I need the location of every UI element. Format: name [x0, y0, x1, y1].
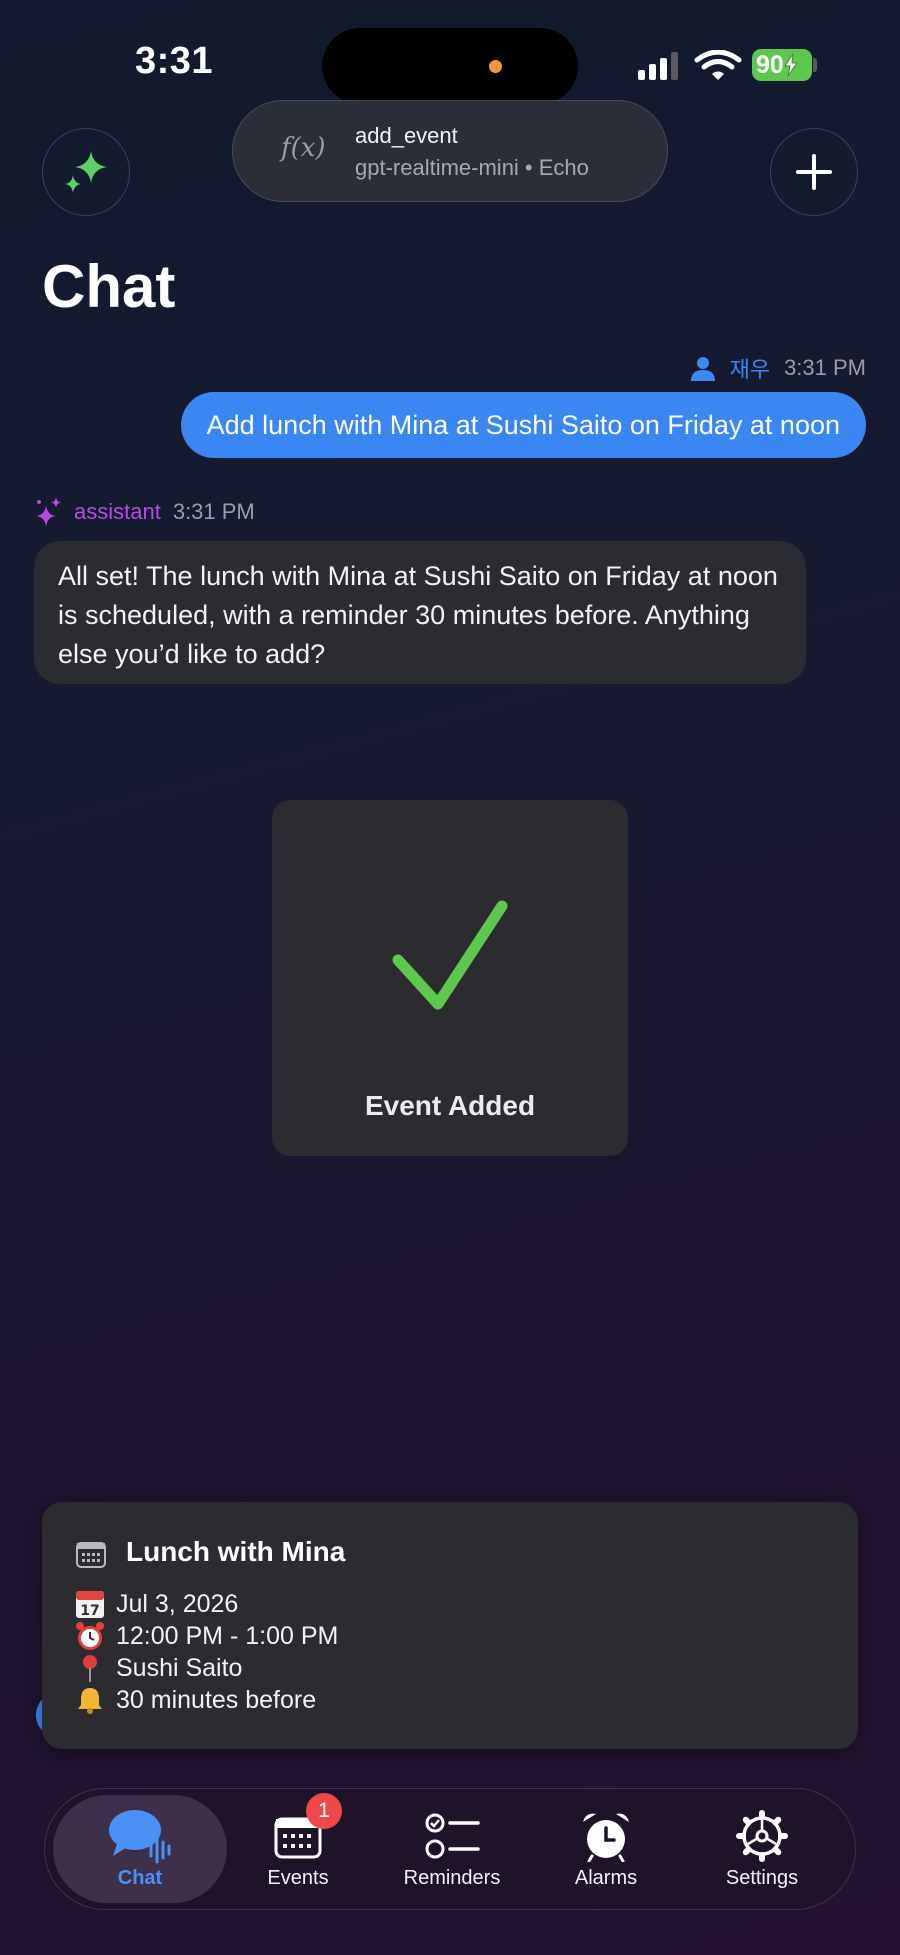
new-chat-button[interactable] — [770, 128, 858, 216]
tab-chat[interactable]: Chat — [53, 1795, 227, 1903]
tab-alarms[interactable]: Alarms — [519, 1795, 693, 1903]
signal-wifi-icons — [638, 49, 742, 80]
events-badge: 1 — [306, 1793, 342, 1829]
event-location-row: Sushi Saito — [74, 1652, 242, 1684]
calendar-icon — [76, 1542, 106, 1568]
event-date-row: 17 Jul 3, 2026 — [74, 1588, 238, 1620]
tab-label-settings: Settings — [725, 1867, 799, 1889]
event-reminder: 30 minutes before — [116, 1685, 317, 1714]
event-time: 12:00 PM - 1:00 PM — [116, 1621, 339, 1650]
plus-icon — [796, 154, 832, 190]
alarm-clock-icon — [580, 1807, 632, 1865]
user-name: 재우 — [729, 357, 771, 382]
person-icon — [690, 357, 715, 381]
bell-icon — [74, 1684, 106, 1716]
tab-reminders[interactable]: Reminders — [365, 1795, 539, 1903]
tab-label-alarms: Alarms — [574, 1867, 638, 1889]
event-title: Lunch with Mina — [126, 1536, 346, 1567]
alarm-clock-emoji-icon — [74, 1620, 106, 1652]
assistant-sparkle-icon — [36, 497, 61, 527]
tab-label-reminders: Reminders — [403, 1867, 501, 1889]
dynamic-island — [322, 28, 578, 104]
assistant-message-meta: assistant 3:31 PM — [34, 497, 255, 527]
battery-level: 90 — [756, 50, 784, 79]
function-call-pill[interactable]: f(x) add_event gpt-realtime-mini • Echo — [232, 100, 668, 202]
event-date: Jul 3, 2026 — [116, 1589, 239, 1618]
assistant-message-time: 3:31 PM — [172, 499, 255, 524]
tab-settings[interactable]: Settings — [675, 1795, 849, 1903]
checkmark-icon — [392, 900, 508, 1010]
event-summary-card[interactable]: Lunch with Mina 17 Jul 3, 2026 12:00 PM … — [42, 1502, 858, 1749]
checklist-icon — [424, 1807, 480, 1865]
battery-nub — [813, 58, 817, 72]
user-message-bubble[interactable]: Add lunch with Mina at Sushi Saito on Fr… — [180, 392, 866, 458]
charging-bolt-icon — [783, 54, 798, 76]
bottom-tab-bar: Chat 1 Events Reminders Alarms Settings — [44, 1788, 856, 1910]
tear-off-calendar-icon: 17 — [74, 1588, 106, 1620]
function-name: add_event — [355, 123, 458, 148]
event-time-row: 12:00 PM - 1:00 PM — [74, 1620, 338, 1652]
sparkle-icon — [65, 151, 107, 193]
toast-label: Event Added — [364, 1090, 536, 1121]
status-icons — [638, 49, 748, 89]
battery-indicator: 90 — [752, 49, 812, 81]
calendar-tab-icon: 1 — [274, 1793, 342, 1865]
model-info: gpt-realtime-mini • Echo — [355, 155, 589, 180]
gear-icon — [736, 1807, 788, 1865]
status-time: 3:31 — [135, 40, 214, 82]
tab-label-events: Events — [267, 1867, 329, 1889]
user-message-time: 3:31 PM — [784, 355, 866, 380]
privacy-indicator-dot — [489, 60, 502, 73]
event-added-toast: Event Added — [272, 800, 628, 1156]
page-title: Chat — [42, 253, 176, 320]
pushpin-icon — [74, 1652, 106, 1684]
user-message-meta: 재우 3:31 PM — [690, 352, 866, 384]
event-reminder-row: 30 minutes before — [74, 1684, 316, 1716]
tab-label-chat: Chat — [117, 1867, 163, 1889]
chat-voice-icon — [107, 1807, 173, 1865]
assistant-message-bubble[interactable]: All set! The lunch with Mina at Sushi Sa… — [34, 541, 806, 684]
svg-text:17: 17 — [80, 1603, 99, 1619]
sparkle-button[interactable] — [42, 128, 130, 216]
tab-events[interactable]: 1 Events — [211, 1793, 385, 1903]
event-location: Sushi Saito — [116, 1653, 243, 1682]
function-icon: f(x) — [281, 133, 326, 163]
assistant-name: assistant — [74, 499, 161, 524]
